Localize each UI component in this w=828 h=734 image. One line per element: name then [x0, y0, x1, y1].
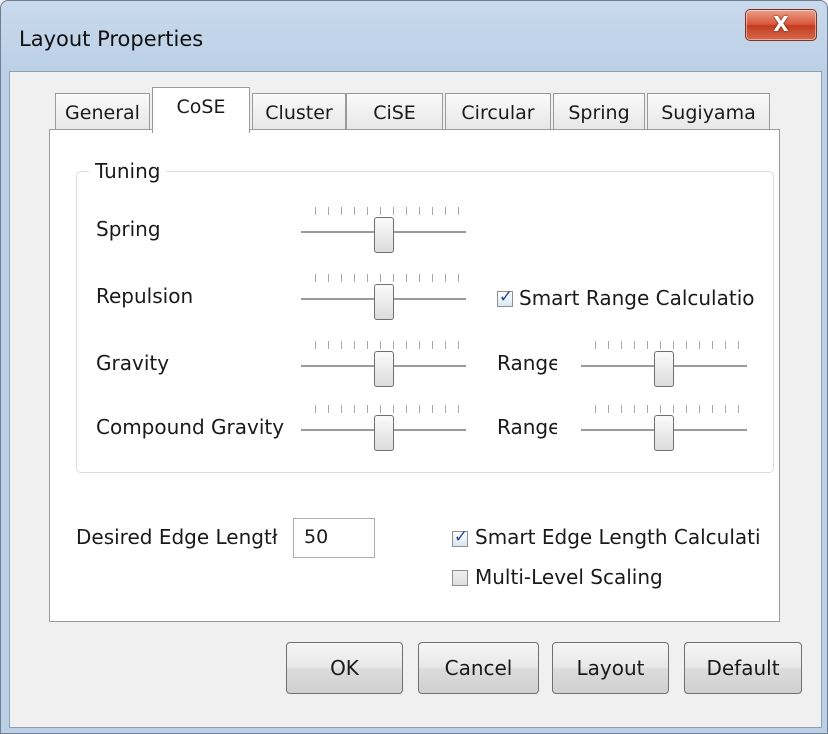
gravity-range-label: Range	[497, 351, 557, 375]
desired-edge-length-value: 50	[304, 526, 329, 548]
slider-thumb[interactable]	[374, 217, 394, 253]
slider-ticks	[315, 207, 460, 215]
multi-level-scaling-checkbox[interactable]	[452, 570, 468, 586]
dialog-window: Layout Properties X General CoSE Cluster…	[0, 0, 828, 734]
slider-thumb[interactable]	[374, 351, 394, 387]
gravity-range-slider[interactable]	[581, 335, 747, 391]
check-icon: ✓	[453, 527, 469, 547]
cancel-button-label: Cancel	[444, 656, 513, 680]
close-button[interactable]: X	[745, 9, 817, 41]
slider-thumb[interactable]	[654, 415, 674, 451]
desired-edge-length-label: Desired Edge Lengtł	[76, 525, 278, 549]
tab-spring[interactable]: Spring	[553, 93, 645, 131]
cancel-button[interactable]: Cancel	[418, 642, 539, 694]
tab-label: Spring	[568, 102, 630, 124]
slider-ticks	[315, 274, 460, 282]
check-icon: ✓	[498, 287, 514, 307]
window-title: Layout Properties	[19, 27, 204, 51]
slider-thumb[interactable]	[374, 284, 394, 320]
multi-level-scaling-label: Multi-Level Scaling	[475, 565, 663, 589]
ok-button[interactable]: OK	[286, 642, 403, 694]
desired-edge-length-input[interactable]: 50	[293, 518, 375, 558]
tab-label: General	[65, 102, 140, 124]
slider-ticks	[595, 341, 741, 349]
gravity-label: Gravity	[96, 351, 170, 375]
slider-thumb[interactable]	[374, 415, 394, 451]
smart-edge-length-checkbox[interactable]: ✓	[452, 527, 468, 547]
tab-label: CoSE	[176, 96, 226, 118]
tab-cise[interactable]: CiSE	[346, 93, 443, 131]
tab-label: Circular	[461, 102, 535, 124]
spring-label: Spring	[96, 217, 161, 241]
default-button-label: Default	[706, 656, 780, 680]
tab-label: CiSE	[373, 102, 416, 124]
tuning-group-title: Tuning	[89, 159, 167, 183]
repulsion-slider[interactable]	[301, 268, 466, 324]
slider-ticks	[595, 405, 741, 413]
gravity-slider[interactable]	[301, 335, 466, 391]
compound-gravity-label: Compound Gravity	[96, 415, 285, 439]
layout-button[interactable]: Layout	[552, 642, 669, 694]
compound-gravity-slider[interactable]	[301, 399, 466, 455]
layout-button-label: Layout	[576, 656, 645, 680]
default-button[interactable]: Default	[684, 642, 802, 694]
tab-cose[interactable]: CoSE	[152, 87, 250, 133]
tab-label: Sugiyama	[661, 102, 756, 124]
tab-sugiyama[interactable]: Sugiyama	[647, 93, 770, 131]
tab-label: Cluster	[265, 102, 333, 124]
tab-circular[interactable]: Circular	[445, 93, 551, 131]
tab-cluster[interactable]: Cluster	[252, 93, 346, 131]
smart-edge-length-label: Smart Edge Length Calculati	[475, 525, 761, 549]
compound-gravity-range-label: Range	[497, 415, 557, 439]
smart-range-checkbox[interactable]: ✓	[497, 287, 513, 307]
compound-gravity-range-slider[interactable]	[581, 399, 747, 455]
repulsion-label: Repulsion	[96, 284, 194, 308]
close-icon: X	[773, 12, 789, 36]
smart-range-label: Smart Range Calculatio	[519, 286, 755, 310]
slider-ticks	[315, 341, 460, 349]
slider-thumb[interactable]	[654, 351, 674, 387]
spring-slider[interactable]	[301, 201, 466, 257]
ok-button-label: OK	[330, 656, 359, 680]
slider-ticks	[315, 405, 460, 413]
tab-general[interactable]: General	[55, 93, 150, 131]
